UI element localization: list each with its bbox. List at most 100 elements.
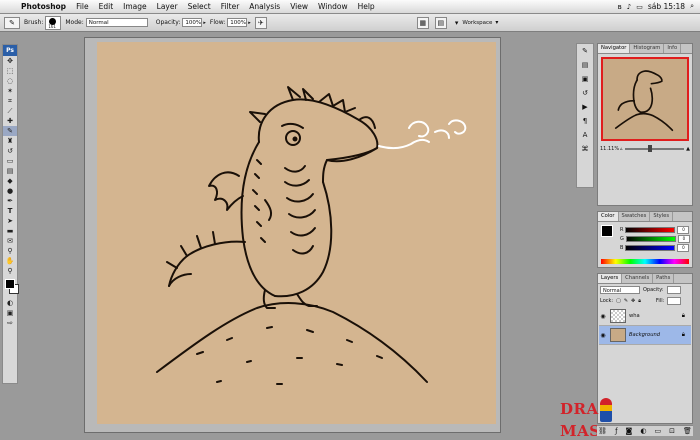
menu-edit[interactable]: Edit: [94, 0, 119, 13]
file-browser-button[interactable]: ▤: [434, 16, 447, 29]
photoshop-logo[interactable]: Ps: [3, 45, 17, 56]
path-selection-tool-icon[interactable]: ➤: [3, 216, 17, 226]
airbrush-button[interactable]: ✈: [254, 16, 267, 29]
workspace-menu-icon[interactable]: ▾: [455, 19, 459, 27]
tab-paths[interactable]: Paths: [653, 274, 675, 283]
zoom-tool-icon[interactable]: ⚲: [3, 266, 17, 276]
tab-navigator[interactable]: Navigator: [598, 44, 631, 53]
shape-tool-icon[interactable]: ▬: [3, 226, 17, 236]
menu-analysis[interactable]: Analysis: [244, 0, 285, 13]
color-spectrum-bar[interactable]: [601, 259, 689, 264]
menu-filter[interactable]: Filter: [216, 0, 245, 13]
brushes-panel-icon[interactable]: ✎: [577, 44, 593, 58]
channel-b-value[interactable]: 0: [677, 243, 690, 252]
channel-g-value[interactable]: 0: [677, 234, 690, 243]
pen-tool-icon[interactable]: ✒: [3, 196, 17, 206]
clone-source-icon[interactable]: ⌘: [577, 142, 593, 156]
history-panel-icon[interactable]: ↺: [577, 86, 593, 100]
menu-layer[interactable]: Layer: [152, 0, 183, 13]
zoom-in-icon[interactable]: ▲: [686, 146, 690, 152]
layer-row-wha[interactable]: ◉ wha 🔒︎: [599, 307, 691, 326]
menu-window[interactable]: Window: [313, 0, 353, 13]
channel-g-ramp[interactable]: [625, 235, 676, 242]
lock-all-icon[interactable]: 🔒︎: [638, 298, 641, 304]
history-brush-tool-icon[interactable]: ↺: [3, 146, 17, 156]
tab-histogram[interactable]: Histogram: [630, 44, 665, 53]
crop-tool-icon[interactable]: ⌗: [3, 96, 17, 106]
flow-arrow-icon[interactable]: ▸: [248, 20, 251, 26]
foreground-color-swatch[interactable]: [5, 279, 15, 289]
channel-b-ramp[interactable]: [625, 244, 676, 251]
zoom-out-icon[interactable]: ▵: [620, 146, 623, 152]
lock-transparent-icon[interactable]: ▢: [616, 298, 621, 304]
layer-name-wha[interactable]: wha: [629, 313, 640, 319]
clone-stamp-tool-icon[interactable]: ♜: [3, 136, 17, 146]
color-foreground-swatch[interactable]: [601, 225, 613, 237]
tab-channels[interactable]: Channels: [622, 274, 654, 283]
paragraph-panel-icon[interactable]: ¶: [577, 114, 593, 128]
quick-mask-mode-icon[interactable]: ◐: [3, 298, 17, 308]
adjustment-layer-icon[interactable]: ◐: [640, 427, 646, 435]
volume-icon[interactable]: ♪: [627, 3, 631, 11]
healing-brush-tool-icon[interactable]: ✚: [3, 116, 17, 126]
bluetooth-icon[interactable]: ʙ: [618, 3, 622, 11]
foreground-background-swatch[interactable]: [3, 276, 19, 298]
clock[interactable]: sáb 15:18: [648, 2, 685, 11]
magic-wand-tool-icon[interactable]: ✶: [3, 86, 17, 96]
character-panel-icon[interactable]: A: [577, 128, 593, 142]
link-layers-icon[interactable]: ⛓: [598, 427, 607, 435]
eraser-tool-icon[interactable]: ▭: [3, 156, 17, 166]
zoom-value[interactable]: 11.11%: [600, 146, 619, 152]
zoom-slider[interactable]: [624, 145, 685, 152]
marquee-tool-icon[interactable]: ⬚: [3, 66, 17, 76]
zoom-slider-knob[interactable]: [648, 145, 653, 152]
brush-tool-preset-button[interactable]: ✎: [4, 16, 20, 29]
document-canvas[interactable]: [97, 42, 496, 424]
eyedropper-tool-icon[interactable]: ⚲: [3, 246, 17, 256]
menu-help[interactable]: Help: [353, 0, 380, 13]
menu-select[interactable]: Select: [183, 0, 216, 13]
menu-app[interactable]: Photoshop: [16, 0, 71, 13]
brush-tool-icon[interactable]: ✎: [3, 126, 17, 136]
brush-picker[interactable]: 161: [45, 15, 62, 30]
fill-input[interactable]: [667, 296, 682, 305]
tab-info[interactable]: Info: [664, 44, 682, 53]
tab-layers[interactable]: Layers: [598, 274, 623, 283]
channel-r-ramp[interactable]: [625, 226, 676, 233]
spotlight-icon[interactable]: ⌕: [690, 2, 694, 11]
jump-to-imageready-icon[interactable]: ⇨: [3, 318, 17, 328]
visibility-eye-icon[interactable]: ◉: [599, 313, 607, 320]
notes-tool-icon[interactable]: ✉: [3, 236, 17, 246]
channel-r-value[interactable]: 0: [677, 225, 690, 234]
tool-presets-icon[interactable]: ▤: [577, 58, 593, 72]
lasso-tool-icon[interactable]: ◌: [3, 76, 17, 86]
layer-comps-icon[interactable]: ▣: [577, 72, 593, 86]
screen-mode-icon[interactable]: ▣: [3, 308, 17, 318]
layer-name-background[interactable]: Background: [629, 332, 660, 338]
opacity-input[interactable]: 100%: [182, 18, 203, 27]
layer-row-background[interactable]: ◉ Background 🔒︎: [599, 326, 691, 345]
hand-tool-icon[interactable]: ✋: [3, 256, 17, 266]
navigator-preview[interactable]: [601, 57, 689, 141]
layer-opacity-input[interactable]: [666, 285, 681, 294]
trash-icon[interactable]: 🗑︎: [683, 427, 692, 435]
tab-color[interactable]: Color: [598, 212, 619, 221]
lock-position-icon[interactable]: ✥: [631, 298, 635, 304]
flow-input[interactable]: 100%: [227, 18, 248, 27]
tab-swatches[interactable]: Swatches: [619, 212, 651, 221]
dodge-tool-icon[interactable]: ●: [3, 186, 17, 196]
blur-tool-icon[interactable]: ◆: [3, 176, 17, 186]
lock-image-icon[interactable]: ✎: [624, 298, 628, 304]
type-tool-icon[interactable]: T: [3, 206, 17, 216]
layer-style-icon[interactable]: ƒ: [615, 427, 617, 435]
workspace-label[interactable]: Workspace: [462, 20, 492, 26]
move-tool-icon[interactable]: ✥: [3, 56, 17, 66]
add-mask-icon[interactable]: ◙: [626, 427, 633, 435]
mode-select[interactable]: Normal: [85, 18, 148, 27]
actions-panel-icon[interactable]: ▶: [577, 100, 593, 114]
battery-icon[interactable]: ▭: [636, 3, 643, 11]
gradient-tool-icon[interactable]: ▤: [3, 166, 17, 176]
menu-view[interactable]: View: [285, 0, 313, 13]
visibility-eye-icon[interactable]: ◉: [599, 332, 607, 339]
new-layer-icon[interactable]: ⊡: [669, 427, 675, 435]
